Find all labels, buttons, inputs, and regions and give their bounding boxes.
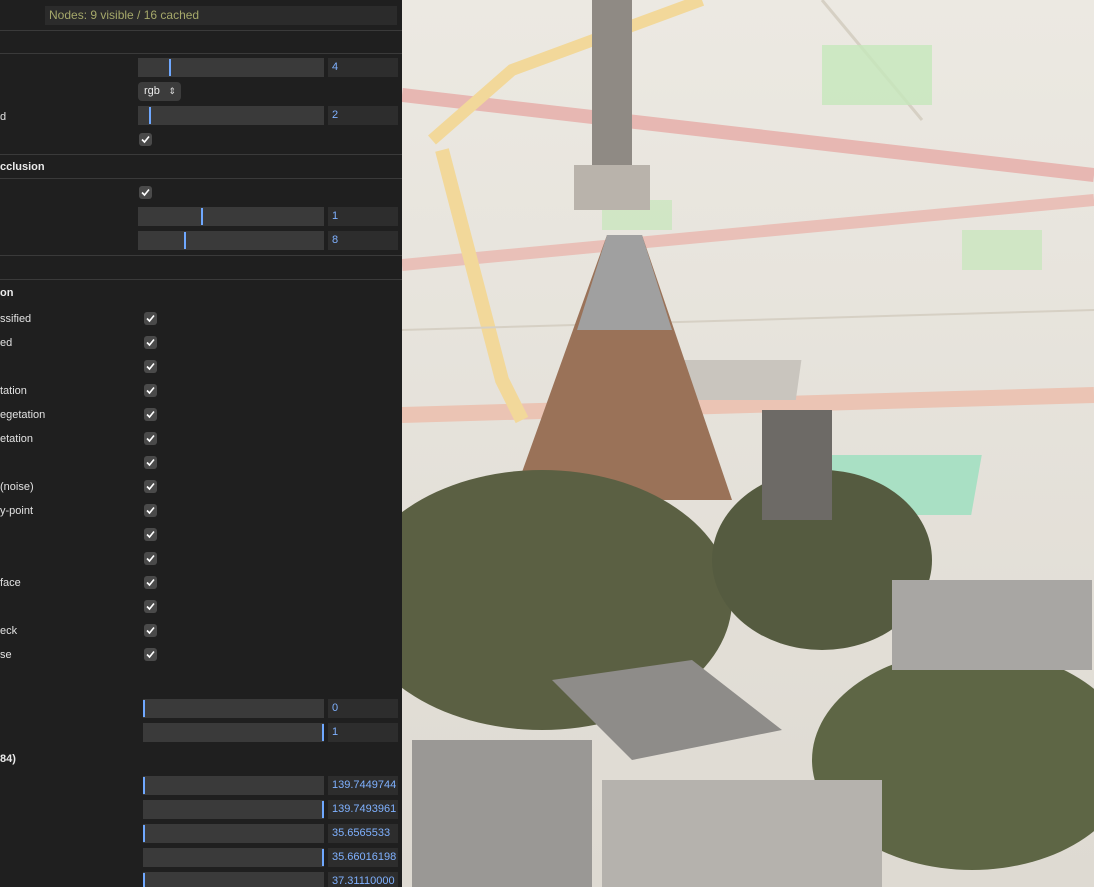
checkmark-icon bbox=[146, 530, 155, 539]
checkmark-icon bbox=[146, 314, 155, 323]
classification-checkbox[interactable] bbox=[144, 360, 157, 373]
slider-knob[interactable] bbox=[143, 825, 145, 842]
slider-knob[interactable] bbox=[143, 777, 145, 794]
classification-checkbox[interactable] bbox=[144, 600, 157, 613]
classification-checkbox[interactable] bbox=[144, 504, 157, 517]
slider-knob[interactable] bbox=[322, 801, 324, 818]
checkmark-icon bbox=[141, 188, 150, 197]
bounds-value[interactable]: 35.6565533 bbox=[328, 824, 398, 843]
occlusion-enabled-checkbox[interactable] bbox=[139, 186, 152, 199]
classification-label: etation bbox=[0, 433, 34, 445]
classification-label: eck bbox=[0, 625, 18, 637]
classification-checkbox[interactable] bbox=[144, 528, 157, 541]
bounds-slider[interactable] bbox=[143, 824, 324, 843]
row3-slider[interactable] bbox=[138, 106, 324, 125]
chevron-up-down-icon: ⇕ bbox=[168, 86, 176, 96]
slider-knob[interactable] bbox=[149, 107, 151, 124]
status-row: Nodes: 9 visible / 16 cached bbox=[0, 0, 402, 30]
checkmark-icon bbox=[146, 458, 155, 467]
classification-checkbox[interactable] bbox=[144, 432, 157, 445]
classification-checkbox[interactable] bbox=[144, 456, 157, 469]
color-mode-select[interactable]: rgb ⇕ bbox=[138, 82, 181, 101]
range-min-slider[interactable] bbox=[143, 699, 324, 718]
checkmark-icon bbox=[146, 338, 155, 347]
checkmark-icon bbox=[141, 135, 150, 144]
classification-checkbox[interactable] bbox=[144, 336, 157, 349]
checkmark-icon bbox=[146, 386, 155, 395]
classification-checkbox[interactable] bbox=[144, 576, 157, 589]
slider-knob[interactable] bbox=[322, 849, 324, 866]
occlusion-radius-value[interactable]: 8 bbox=[328, 231, 398, 250]
slider-knob[interactable] bbox=[143, 873, 145, 887]
classification-label: se bbox=[0, 649, 12, 661]
row3-value[interactable]: 2 bbox=[328, 106, 398, 125]
bounds-value[interactable]: 139.7449744 bbox=[328, 776, 398, 795]
classification-checkbox[interactable] bbox=[144, 480, 157, 493]
checkmark-icon bbox=[146, 410, 155, 419]
classification-checkbox[interactable] bbox=[144, 408, 157, 421]
divider bbox=[0, 279, 402, 280]
classification-checkbox[interactable] bbox=[144, 552, 157, 565]
classification-label: (noise) bbox=[0, 481, 34, 493]
range-max-slider[interactable] bbox=[143, 723, 324, 742]
bounds-section-title: 84) bbox=[0, 753, 16, 765]
classification-label: tation bbox=[0, 385, 27, 397]
divider bbox=[0, 30, 402, 31]
bounds-slider[interactable] bbox=[143, 848, 324, 867]
bounds-slider[interactable] bbox=[143, 776, 324, 795]
divider bbox=[0, 255, 402, 256]
classification-label: face bbox=[0, 577, 21, 589]
classification-label: ed bbox=[0, 337, 13, 349]
slider-knob[interactable] bbox=[184, 232, 186, 249]
classification-section-title: on bbox=[0, 287, 14, 299]
checkmark-icon bbox=[146, 554, 155, 563]
classification-checkbox[interactable] bbox=[144, 624, 157, 637]
checkmark-icon bbox=[146, 482, 155, 491]
occlusion-radius-slider[interactable] bbox=[138, 231, 324, 250]
classification-checkbox[interactable] bbox=[144, 384, 157, 397]
range-min-value[interactable]: 0 bbox=[328, 699, 398, 718]
checkmark-icon bbox=[146, 362, 155, 371]
classification-label: y-point bbox=[0, 505, 34, 517]
checkmark-icon bbox=[146, 434, 155, 443]
color-mode-selected: rgb bbox=[144, 85, 160, 97]
divider bbox=[0, 154, 402, 155]
classification-checkbox[interactable] bbox=[144, 312, 157, 325]
slider-knob[interactable] bbox=[169, 59, 171, 76]
checkmark-icon bbox=[146, 626, 155, 635]
bounds-value[interactable]: 35.66016198 bbox=[328, 848, 398, 867]
range-max-value[interactable]: 1 bbox=[328, 723, 398, 742]
bounds-value[interactable]: 37.31110000 bbox=[328, 872, 398, 887]
occlusion-strength-slider[interactable] bbox=[138, 207, 324, 226]
occlusion-section-title: cclusion bbox=[0, 161, 45, 173]
checkmark-icon bbox=[146, 578, 155, 587]
slider-knob[interactable] bbox=[322, 724, 324, 741]
nodes-status-text: Nodes: 9 visible / 16 cached bbox=[45, 6, 397, 25]
checkmark-icon bbox=[146, 602, 155, 611]
point-size-slider[interactable] bbox=[138, 58, 324, 77]
row3-label: d bbox=[0, 111, 7, 123]
divider bbox=[0, 53, 402, 54]
bounds-slider[interactable] bbox=[143, 872, 324, 887]
occlusion-strength-value[interactable]: 1 bbox=[328, 207, 398, 226]
bounds-slider[interactable] bbox=[143, 800, 324, 819]
divider bbox=[0, 178, 402, 179]
classification-label: egetation bbox=[0, 409, 46, 421]
classification-checkbox[interactable] bbox=[144, 648, 157, 661]
classification-label: ssified bbox=[0, 313, 32, 325]
bounds-value[interactable]: 139.7493961 bbox=[328, 800, 398, 819]
point-size-value[interactable]: 4 bbox=[328, 58, 398, 77]
checkmark-icon bbox=[146, 506, 155, 515]
point-cloud-3d-view-icon[interactable] bbox=[402, 0, 1094, 887]
slider-knob[interactable] bbox=[143, 700, 145, 717]
settings-panel: Nodes: 9 visible / 16 cached 4 rgb ⇕ d 2… bbox=[0, 0, 402, 887]
row4-checkbox[interactable] bbox=[139, 133, 152, 146]
point-cloud-viewport[interactable] bbox=[402, 0, 1094, 887]
checkmark-icon bbox=[146, 650, 155, 659]
slider-knob[interactable] bbox=[201, 208, 203, 225]
